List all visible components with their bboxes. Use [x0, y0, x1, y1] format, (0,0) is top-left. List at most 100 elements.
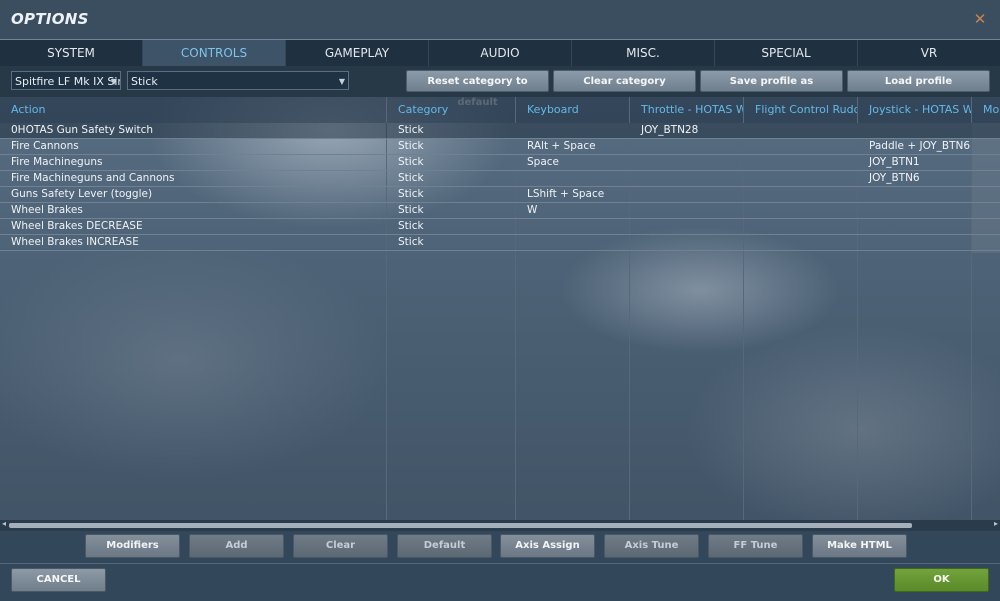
- scroll-right-icon[interactable]: ▸: [994, 519, 998, 528]
- tab-gameplay[interactable]: GAMEPLAY: [286, 40, 429, 66]
- tab-special[interactable]: SPECIAL: [715, 40, 858, 66]
- aircraft-select[interactable]: Spitfire LF Mk IX Sim ▼: [11, 71, 121, 90]
- clear-button[interactable]: Clear: [293, 534, 388, 558]
- rudder-cell[interactable]: [744, 171, 857, 186]
- category-select[interactable]: Stick ▼: [127, 71, 349, 90]
- table-row[interactable]: Wheel Brakes DECREASE Stick: [0, 219, 1000, 235]
- throttle-cell[interactable]: JOY_BTN28: [630, 123, 743, 138]
- column-header-category[interactable]: Category: [387, 97, 515, 123]
- title-bar: OPTIONS ✕: [0, 0, 1000, 40]
- joystick-cell[interactable]: JOY_BTN6: [858, 171, 971, 186]
- column-header-joystick[interactable]: Joystick - HOTAS Wa...: [858, 97, 971, 123]
- rudder-cell[interactable]: [744, 187, 857, 202]
- modifiers-button[interactable]: Modifiers: [85, 534, 180, 558]
- tab-audio[interactable]: AUDIO: [429, 40, 572, 66]
- chevron-down-icon: ▼: [110, 77, 117, 86]
- make-html-button[interactable]: Make HTML: [812, 534, 907, 558]
- action-cell: Wheel Brakes INCREASE: [11, 236, 139, 248]
- tab-controls[interactable]: CONTROLS: [143, 40, 286, 66]
- load-profile-button[interactable]: Load profile: [847, 70, 990, 92]
- close-icon[interactable]: ✕: [970, 9, 990, 29]
- category-cell: Stick: [398, 140, 424, 152]
- joystick-cell[interactable]: Paddle + JOY_BTN6; Pa: [858, 139, 971, 154]
- throttle-cell[interactable]: [630, 219, 743, 234]
- tab-vr[interactable]: VR: [858, 40, 1000, 66]
- action-cell: 0HOTAS Gun Safety Switch: [11, 124, 154, 136]
- throttle-cell[interactable]: [630, 203, 743, 218]
- rudder-cell[interactable]: [744, 139, 857, 154]
- column-header-action[interactable]: Action: [0, 97, 386, 123]
- column-header-mouse[interactable]: Mo: [972, 97, 1000, 123]
- rudder-cell[interactable]: [744, 155, 857, 170]
- joystick-cell[interactable]: [858, 219, 971, 234]
- category-cell: Stick: [398, 124, 424, 136]
- category-cell: Stick: [398, 220, 424, 232]
- joystick-cell[interactable]: [858, 123, 971, 138]
- horizontal-scrollbar[interactable]: ◂ ▸: [0, 519, 1000, 531]
- keyboard-cell[interactable]: W: [516, 203, 629, 218]
- cancel-button[interactable]: CANCEL: [11, 568, 106, 592]
- action-cell: Guns Safety Lever (toggle): [11, 188, 153, 200]
- category-select-value: Stick: [131, 75, 158, 88]
- action-cell: Fire Cannons: [11, 140, 79, 152]
- table-row[interactable]: Fire Cannons Stick RAlt + Space Paddle +…: [0, 139, 1000, 155]
- throttle-cell[interactable]: [630, 171, 743, 186]
- joystick-cell[interactable]: [858, 235, 971, 250]
- aircraft-select-value: Spitfire LF Mk IX Sim: [15, 75, 121, 88]
- scroll-left-icon[interactable]: ◂: [2, 519, 6, 528]
- joystick-cell[interactable]: [858, 187, 971, 202]
- column-header-keyboard[interactable]: Keyboard: [516, 97, 629, 123]
- action-cell: Wheel Brakes: [11, 204, 83, 216]
- add-button[interactable]: Add: [189, 534, 284, 558]
- table-row[interactable]: Guns Safety Lever (toggle) Stick LShift …: [0, 187, 1000, 203]
- joystick-cell[interactable]: JOY_BTN1: [858, 155, 971, 170]
- rudder-cell[interactable]: [744, 123, 857, 138]
- keyboard-cell[interactable]: [516, 171, 629, 186]
- category-cell: Stick: [398, 236, 424, 248]
- tab-bar: SYSTEM CONTROLS GAMEPLAY AUDIO MISC. SPE…: [0, 40, 1000, 66]
- clear-category-button[interactable]: Clear category: [553, 70, 696, 92]
- rudder-cell[interactable]: [744, 203, 857, 218]
- category-cell: Stick: [398, 156, 424, 168]
- table-row[interactable]: 0HOTAS Gun Safety Switch Stick JOY_BTN28: [0, 123, 1000, 139]
- category-cell: Stick: [398, 204, 424, 216]
- action-cell: Wheel Brakes DECREASE: [11, 220, 143, 232]
- throttle-cell[interactable]: [630, 235, 743, 250]
- rudder-cell[interactable]: [744, 219, 857, 234]
- rudder-cell[interactable]: [744, 235, 857, 250]
- keyboard-cell[interactable]: RAlt + Space: [516, 139, 629, 154]
- chevron-down-icon: ▼: [338, 77, 345, 86]
- default-button[interactable]: Default: [397, 534, 492, 558]
- keyboard-cell[interactable]: [516, 123, 629, 138]
- column-header-throttle[interactable]: Throttle - HOTAS W...: [630, 97, 743, 123]
- scrollbar-thumb[interactable]: [9, 523, 912, 528]
- save-profile-button[interactable]: Save profile as: [700, 70, 843, 92]
- reset-category-button[interactable]: Reset category to default: [406, 70, 549, 108]
- throttle-cell[interactable]: [630, 187, 743, 202]
- bindings-table: Action Category Keyboard Throttle - HOTA…: [0, 97, 1000, 520]
- axis-tune-button[interactable]: Axis Tune: [604, 534, 699, 558]
- table-row[interactable]: Fire Machineguns and Cannons Stick JOY_B…: [0, 171, 1000, 187]
- category-cell: Stick: [398, 172, 424, 184]
- tab-system[interactable]: SYSTEM: [0, 40, 143, 66]
- category-cell: Stick: [398, 188, 424, 200]
- table-row[interactable]: Wheel Brakes INCREASE Stick: [0, 235, 1000, 251]
- ff-tune-button[interactable]: FF Tune: [708, 534, 803, 558]
- footer-divider: [0, 563, 1000, 564]
- throttle-cell[interactable]: [630, 139, 743, 154]
- joystick-cell[interactable]: [858, 203, 971, 218]
- throttle-cell[interactable]: [630, 155, 743, 170]
- keyboard-cell[interactable]: [516, 219, 629, 234]
- table-row[interactable]: Fire Machineguns Stick Space JOY_BTN1: [0, 155, 1000, 171]
- action-cell: Fire Machineguns: [11, 156, 103, 168]
- keyboard-cell[interactable]: LShift + Space: [516, 187, 629, 202]
- ok-button[interactable]: OK: [894, 568, 989, 592]
- tab-misc[interactable]: MISC.: [572, 40, 715, 66]
- action-cell: Fire Machineguns and Cannons: [11, 172, 175, 184]
- axis-assign-button[interactable]: Axis Assign: [500, 534, 595, 558]
- keyboard-cell[interactable]: [516, 235, 629, 250]
- window-title: OPTIONS: [11, 10, 89, 28]
- column-header-rudder[interactable]: Flight Control Rudde...: [744, 97, 857, 123]
- table-row[interactable]: Wheel Brakes Stick W: [0, 203, 1000, 219]
- keyboard-cell[interactable]: Space: [516, 155, 629, 170]
